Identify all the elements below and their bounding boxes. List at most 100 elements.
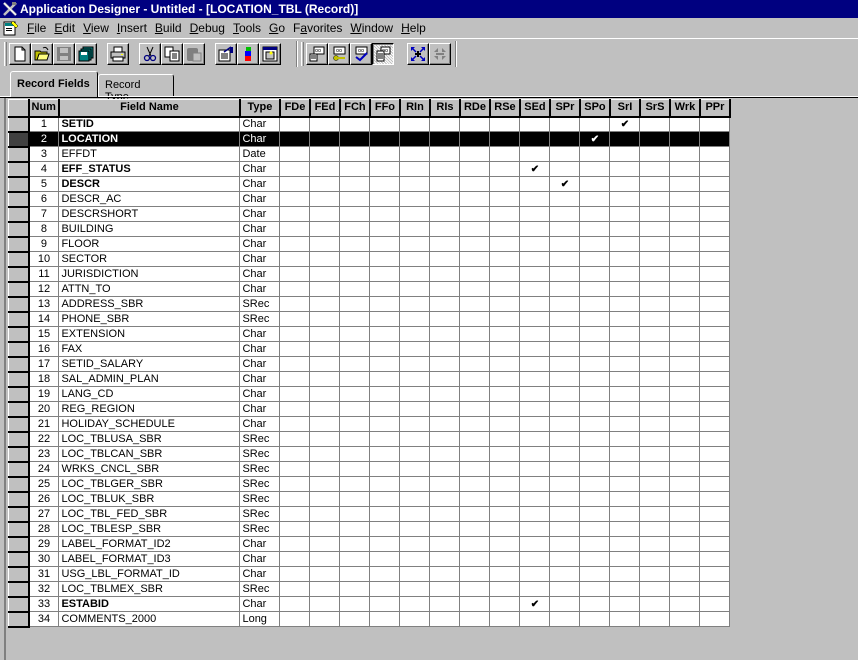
flag-fed[interactable] [309,416,341,432]
flag-ppr[interactable] [699,491,731,507]
flag-srs[interactable] [639,476,671,492]
column-header-rin[interactable]: RIn [399,99,431,118]
flag-rin[interactable] [399,341,431,357]
flag-sri[interactable] [609,296,641,312]
flag-ffo[interactable] [369,506,401,522]
flag-rde[interactable] [459,311,491,327]
row-selector[interactable] [8,416,30,433]
flag-fed[interactable] [309,521,341,537]
table-row[interactable]: 29 LABEL_FORMAT_ID2 Char [8,536,731,553]
flag-spo[interactable] [579,371,611,387]
flag-ppr[interactable] [699,566,731,582]
field-num[interactable]: 3 [27,146,60,162]
flag-sed[interactable] [519,356,551,372]
field-type[interactable]: SRec [239,296,281,312]
flag-wrk[interactable] [669,236,701,252]
flag-fch[interactable] [339,431,371,447]
flag-rde[interactable] [459,611,491,627]
flag-sed[interactable] [519,131,551,147]
flag-ppr[interactable] [699,206,731,222]
flag-rse[interactable] [489,401,521,417]
flag-spr[interactable] [549,266,581,282]
field-num[interactable]: 11 [27,266,60,282]
flag-sri[interactable] [609,326,641,342]
field-type[interactable]: Char [239,566,281,582]
flag-spo[interactable] [579,581,611,597]
flag-fed[interactable] [309,371,341,387]
flag-srs[interactable] [639,491,671,507]
flag-spr[interactable] [549,296,581,312]
flag-sed[interactable] [519,341,551,357]
field-num[interactable]: 17 [27,356,60,372]
column-header-sri[interactable]: SrI [609,99,641,118]
flag-ris[interactable] [429,131,461,147]
flag-fde[interactable] [279,446,311,462]
field-type[interactable]: Char [239,386,281,402]
table-row[interactable]: 17 SETID_SALARY Char [8,356,731,373]
table-row[interactable]: 32 LOC_TBLMEX_SBR SRec [8,581,731,598]
tab-record-fields[interactable]: Record Fields [10,71,98,97]
field-num[interactable]: 15 [27,326,60,342]
flag-srs[interactable] [639,386,671,402]
flag-spo[interactable] [579,341,611,357]
field-name[interactable]: SETID_SALARY [58,356,241,372]
flag-fde[interactable] [279,131,311,147]
flag-fed[interactable] [309,356,341,372]
flag-spo[interactable] [579,446,611,462]
flag-rse[interactable] [489,536,521,552]
column-header-num[interactable]: Num [27,99,60,118]
table-row[interactable]: 6 DESCR_AC Char [8,191,731,208]
flag-srs[interactable] [639,521,671,537]
flag-fde[interactable] [279,161,311,177]
flag-sed[interactable] [519,431,551,447]
flag-ppr[interactable] [699,506,731,522]
flag-sed[interactable] [519,266,551,282]
flag-ppr[interactable] [699,281,731,297]
flag-wrk[interactable] [669,566,701,582]
field-type[interactable]: Date [239,146,281,162]
flag-spo[interactable] [579,146,611,162]
flag-rde[interactable] [459,236,491,252]
flag-sed[interactable] [519,206,551,222]
flag-fch[interactable] [339,611,371,627]
flag-rin[interactable] [399,551,431,567]
flag-fch[interactable] [339,401,371,417]
field-name[interactable]: LOC_TBL_FED_SBR [58,506,241,522]
flag-rin[interactable] [399,251,431,267]
row-selector[interactable] [8,326,30,343]
flag-sed[interactable] [519,371,551,387]
menu-insert[interactable]: Insert [113,19,151,37]
flag-srs[interactable] [639,566,671,582]
app-designer-icon[interactable] [2,1,18,17]
flag-ris[interactable] [429,416,461,432]
flag-wrk[interactable] [669,266,701,282]
flag-ris[interactable] [429,116,461,132]
flag-fch[interactable] [339,161,371,177]
flag-wrk[interactable] [669,281,701,297]
flag-wrk[interactable] [669,596,701,612]
flag-spo[interactable] [579,356,611,372]
flag-fch[interactable] [339,596,371,612]
flag-spr[interactable] [549,251,581,267]
flag-wrk[interactable] [669,521,701,537]
flag-ppr[interactable] [699,191,731,207]
flag-wrk[interactable] [669,431,701,447]
field-num[interactable]: 10 [27,251,60,267]
table-row[interactable]: 3 EFFDT Date [8,146,731,163]
flag-fde[interactable] [279,296,311,312]
flag-rin[interactable] [399,281,431,297]
flag-sed[interactable] [519,476,551,492]
field-num[interactable]: 23 [27,446,60,462]
flag-ris[interactable] [429,551,461,567]
flag-fed[interactable] [309,161,341,177]
flag-spr[interactable] [549,311,581,327]
field-num[interactable]: 34 [27,611,60,627]
flag-fed[interactable] [309,191,341,207]
flag-rde[interactable] [459,491,491,507]
field-num[interactable]: 22 [27,431,60,447]
table-row[interactable]: 22 LOC_TBLUSA_SBR SRec [8,431,731,448]
flag-sed[interactable] [519,386,551,402]
flag-sed[interactable] [519,551,551,567]
flag-ppr[interactable] [699,386,731,402]
flag-fde[interactable] [279,116,311,132]
